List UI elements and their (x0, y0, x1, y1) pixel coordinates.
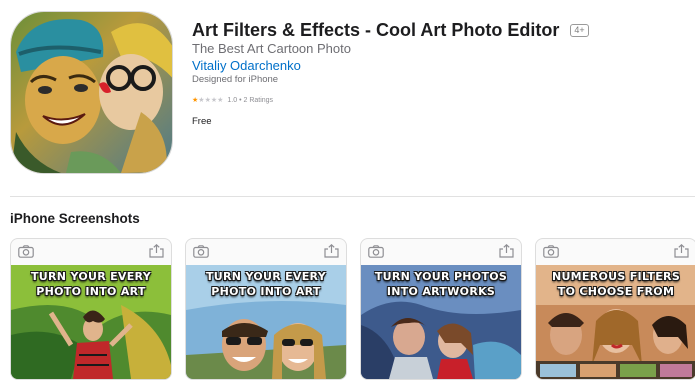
screenshots-heading: iPhone Screenshots (10, 211, 140, 226)
share-icon[interactable] (149, 244, 164, 258)
screenshot-card-1[interactable]: TURN YOUR EVERY PHOTO INTO ART (10, 238, 172, 380)
age-rating-badge: 4+ (570, 24, 589, 37)
star-icon: ★ (217, 97, 224, 104)
developer-link[interactable]: Vitaliy Odarchenko (192, 58, 301, 73)
app-subtitle: The Best Art Cartoon Photo (192, 41, 351, 56)
screenshot-card-2[interactable]: TURN YOUR EVERY PHOTO INTO ART (185, 238, 347, 380)
price-label: Free (192, 116, 212, 127)
camera-icon (543, 245, 559, 258)
camera-icon (193, 245, 209, 258)
app-icon-artwork (11, 12, 172, 173)
screenshot-caption: NUMEROUS FILTERS TO CHOOSE FROM (551, 270, 681, 298)
title-row: Art Filters & Effects - Cool Art Photo E… (192, 20, 589, 41)
screenshot-image: TURN YOUR EVERY PHOTO INTO ART (11, 265, 171, 379)
star-rating: ★★★★★ (192, 96, 223, 104)
designed-for-label: Designed for iPhone (192, 74, 279, 85)
app-icon (10, 11, 173, 174)
screenshot-toolbar (186, 239, 346, 265)
screenshot-card-4[interactable]: NUMEROUS FILTERS TO CHOOSE FROM (535, 238, 695, 380)
share-icon[interactable] (324, 244, 339, 258)
screenshot-toolbar (536, 239, 695, 265)
screenshot-caption: TURN YOUR EVERY PHOTO INTO ART (31, 270, 151, 298)
screenshot-image: TURN YOUR EVERY PHOTO INTO ART (186, 265, 346, 379)
screenshot-toolbar (361, 239, 521, 265)
screenshot-toolbar (11, 239, 171, 265)
camera-icon (368, 245, 384, 258)
share-icon[interactable] (499, 244, 514, 258)
screenshot-image: TURN YOUR PHOTOS INTO ARTWORKS (361, 265, 521, 379)
screenshot-caption: TURN YOUR PHOTOS INTO ARTWORKS (374, 270, 508, 298)
rating-row: ★★★★★ 1.0 • 2 Ratings (192, 96, 274, 105)
screenshot-image: NUMEROUS FILTERS TO CHOOSE FROM (536, 265, 695, 379)
camera-icon (18, 245, 34, 258)
screenshot-card-3[interactable]: TURN YOUR PHOTOS INTO ARTWORKS (360, 238, 522, 380)
screenshot-caption: TURN YOUR EVERY PHOTO INTO ART (206, 270, 326, 298)
share-icon[interactable] (674, 244, 689, 258)
app-title: Art Filters & Effects - Cool Art Photo E… (192, 20, 560, 40)
rating-text: 1.0 • 2 Ratings (227, 96, 274, 104)
section-divider (10, 196, 695, 197)
